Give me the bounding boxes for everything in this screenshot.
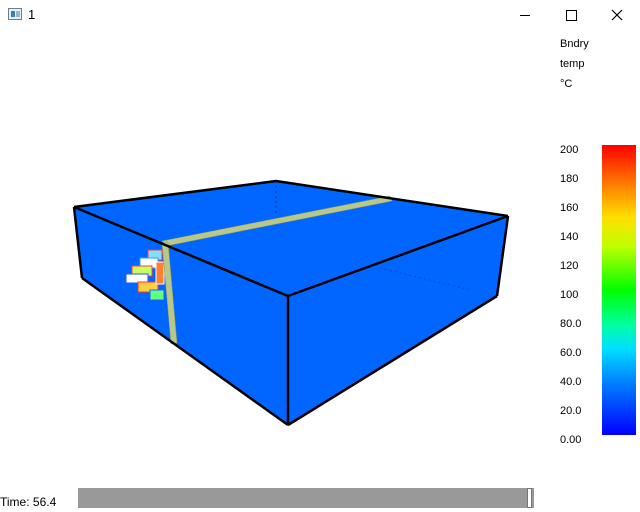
legend-tick: 40.0: [560, 376, 582, 388]
legend-tick: 100: [560, 289, 579, 301]
minimize-button[interactable]: [502, 0, 548, 30]
legend-tick: 140: [560, 231, 579, 243]
legend-header-line-1: Bndry: [560, 38, 589, 50]
legend-tick: 20.0: [560, 405, 582, 417]
window-title: 1: [28, 7, 36, 22]
maximize-icon: [565, 9, 577, 21]
legend-tick: 120: [560, 260, 579, 272]
legend-tick: 200: [560, 144, 579, 156]
legend-header-unit: °C: [560, 78, 573, 90]
time-readout: Time: 56.4: [0, 495, 57, 509]
close-button[interactable]: [594, 0, 640, 30]
title-bar: 1: [0, 0, 640, 30]
close-icon: [611, 9, 623, 21]
legend-tick: 160: [560, 202, 579, 214]
maximize-button[interactable]: [548, 0, 594, 30]
time-slider-thumb[interactable]: [527, 488, 532, 508]
legend-tick: 0.00: [560, 434, 582, 446]
app-window-icon: [8, 8, 22, 20]
3d-viewport[interactable]: [0, 30, 540, 480]
time-slider[interactable]: [78, 488, 534, 508]
legend-tick: 180: [560, 173, 579, 185]
color-scale-bar: [602, 145, 636, 435]
legend-header-line-2: temp: [560, 58, 585, 70]
legend-tick: 80.0: [560, 318, 582, 330]
minimize-icon: [520, 14, 530, 16]
legend-tick: 60.0: [560, 347, 582, 359]
